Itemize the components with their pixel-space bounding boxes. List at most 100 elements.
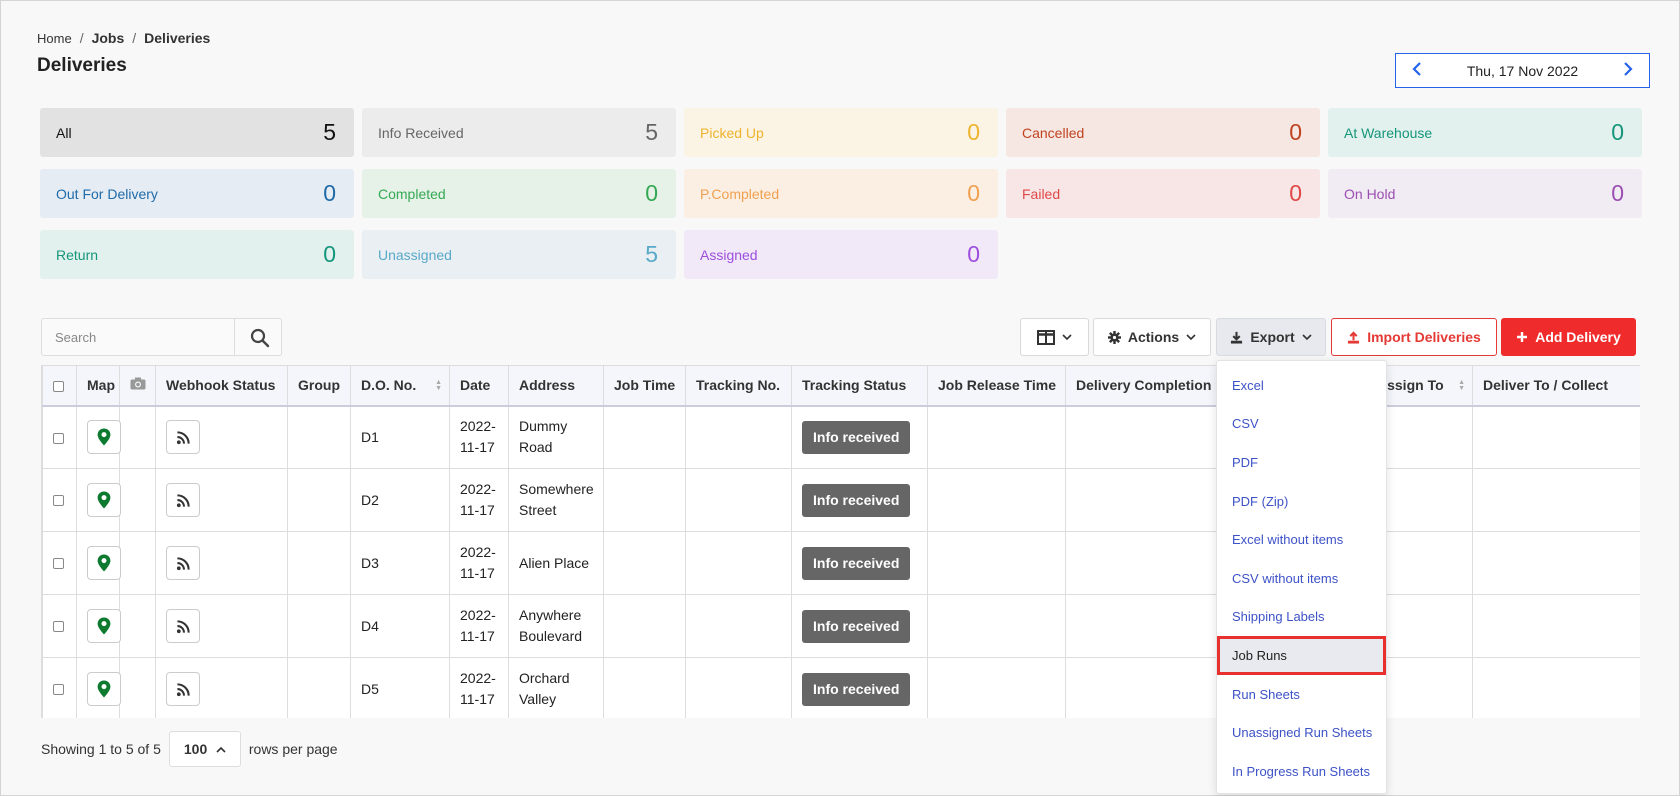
- row-checkbox[interactable]: [53, 432, 64, 444]
- export-option-shipping-labels[interactable]: Shipping Labels: [1217, 598, 1386, 637]
- search-input[interactable]: [55, 329, 235, 345]
- row-checkbox[interactable]: [53, 558, 64, 570]
- column-header[interactable]: Tracking No.: [685, 365, 792, 407]
- do-number-cell[interactable]: D4: [350, 594, 450, 658]
- column-header[interactable]: Job Release Time: [927, 365, 1066, 407]
- pagination-footer: Showing 1 to 5 of 5 100 rows per page: [41, 731, 338, 767]
- do-number-cell[interactable]: D2: [350, 468, 450, 532]
- breadcrumb-home[interactable]: Home: [37, 31, 72, 46]
- column-header[interactable]: Date: [449, 365, 509, 407]
- export-option-run-sheets[interactable]: Run Sheets: [1217, 675, 1386, 714]
- status-card-count: 5: [323, 119, 336, 145]
- map-pin-icon: [97, 554, 111, 572]
- status-card-label: Assigned: [700, 246, 758, 263]
- status-card-count: 0: [967, 241, 980, 267]
- column-header[interactable]: Job Time: [603, 365, 686, 407]
- column-header[interactable]: D.O. No. ▲ ▼: [350, 365, 450, 407]
- status-card-completed[interactable]: Completed 0: [362, 169, 676, 218]
- do-number-cell[interactable]: D1: [350, 405, 450, 469]
- export-label: Export: [1250, 329, 1295, 345]
- breadcrumb-separator: /: [132, 30, 137, 46]
- columns-icon: [1037, 329, 1055, 345]
- column-header[interactable]: Tracking Status: [791, 365, 928, 407]
- chevron-up-icon: [216, 746, 226, 753]
- address-cell: Anywhere Boulevard: [508, 594, 604, 658]
- export-option-csv[interactable]: CSV: [1217, 405, 1386, 444]
- webhook-status-button[interactable]: [166, 420, 200, 455]
- actions-button[interactable]: Actions: [1093, 318, 1211, 356]
- table-row[interactable]: D2 2022-11-17 Somewhere Street Info receive…: [42, 468, 1640, 532]
- current-date[interactable]: Thu, 17 Nov 2022: [1467, 63, 1578, 79]
- status-card-assigned[interactable]: Assigned 0: [684, 230, 998, 279]
- column-header[interactable]: Group: [287, 365, 351, 407]
- export-option-job-runs[interactable]: Job Runs: [1217, 636, 1386, 675]
- status-card-info-received[interactable]: Info Received 5: [362, 108, 676, 157]
- add-delivery-button[interactable]: Add Delivery: [1501, 318, 1636, 356]
- status-card-label: At Warehouse: [1344, 124, 1433, 141]
- export-option-unassigned-run-sheets[interactable]: Unassigned Run Sheets: [1217, 713, 1386, 752]
- rows-per-page-value: 100: [183, 741, 208, 757]
- row-checkbox[interactable]: [53, 621, 64, 633]
- status-card-label: On Hold: [1344, 185, 1396, 202]
- add-label: Add Delivery: [1535, 329, 1621, 345]
- map-button[interactable]: [87, 483, 121, 517]
- rows-per-page-select[interactable]: 100: [168, 731, 241, 767]
- export-option-pdf-zip[interactable]: PDF (Zip): [1217, 482, 1386, 521]
- chevron-down-icon: [1062, 333, 1072, 340]
- column-header[interactable]: Delivery Completion: [1065, 365, 1231, 407]
- row-checkbox[interactable]: [53, 684, 64, 696]
- rss-feed-icon: [176, 619, 190, 633]
- breadcrumb-jobs[interactable]: Jobs: [92, 30, 125, 46]
- sort-icon: ▲ ▼: [435, 379, 442, 392]
- rss-feed-icon: [176, 556, 190, 570]
- download-icon: [1231, 331, 1243, 344]
- tracking-status-badge: Info received: [802, 483, 911, 517]
- do-number-cell[interactable]: D5: [350, 657, 450, 718]
- table-row[interactable]: D4 2022-11-17 Anywhere Boulevard Info recei…: [42, 594, 1640, 658]
- column-header[interactable]: Map: [76, 365, 120, 407]
- row-checkbox[interactable]: [53, 495, 64, 507]
- search-box: [41, 318, 282, 356]
- status-card-return[interactable]: Return 0: [40, 230, 354, 279]
- webhook-status-button[interactable]: [166, 483, 200, 517]
- webhook-status-button[interactable]: [166, 609, 200, 643]
- column-header[interactable]: Webhook Status: [155, 365, 288, 407]
- prev-date-button[interactable]: [1408, 61, 1426, 80]
- map-button[interactable]: [87, 420, 121, 455]
- search-icon[interactable]: [250, 328, 270, 348]
- export-option-excel[interactable]: Excel: [1217, 366, 1386, 405]
- column-header[interactable]: Address: [508, 365, 604, 407]
- table-row[interactable]: D1 2022-11-17 Dummy Road Info received: [42, 405, 1640, 469]
- table-row[interactable]: D3 2022-11-17 Alien Place Info received: [42, 531, 1640, 595]
- do-number-cell[interactable]: D3: [350, 531, 450, 595]
- column-header[interactable]: Deliver To / Collect: [1472, 365, 1640, 407]
- showing-text: Showing 1 to 5 of 5: [41, 741, 161, 757]
- status-card-on-hold[interactable]: On Hold 0: [1328, 169, 1642, 218]
- status-card-label: Unassigned: [378, 246, 452, 263]
- export-option-pdf[interactable]: PDF: [1217, 443, 1386, 482]
- export-option-in-progress-run-sheets[interactable]: In Progress Run Sheets: [1217, 752, 1386, 791]
- webhook-status-button[interactable]: [166, 672, 200, 706]
- import-deliveries-button[interactable]: Import Deliveries: [1331, 318, 1497, 356]
- map-pin-icon: [97, 680, 111, 698]
- export-option-excel-without-items[interactable]: Excel without items: [1217, 520, 1386, 559]
- upload-icon: [1348, 330, 1360, 344]
- status-card-p-completed[interactable]: P.Completed 0: [684, 169, 998, 218]
- export-button[interactable]: Export: [1216, 318, 1326, 356]
- select-all-checkbox[interactable]: [53, 381, 64, 393]
- status-card-cancelled[interactable]: Cancelled 0: [1006, 108, 1320, 157]
- status-card-out-for-delivery[interactable]: Out For Delivery 0: [40, 169, 354, 218]
- webhook-status-button[interactable]: [166, 546, 200, 580]
- status-card-picked-up[interactable]: Picked Up 0: [684, 108, 998, 157]
- status-card-failed[interactable]: Failed 0: [1006, 169, 1320, 218]
- map-button[interactable]: [87, 672, 121, 706]
- status-card-unassigned[interactable]: Unassigned 5: [362, 230, 676, 279]
- column-toggle-button[interactable]: [1020, 318, 1089, 356]
- next-date-button[interactable]: [1619, 61, 1637, 80]
- table-row[interactable]: D5 2022-11-17 Orchard Valley Info received: [42, 657, 1640, 718]
- status-card-all[interactable]: All 5: [40, 108, 354, 157]
- map-button[interactable]: [87, 546, 121, 580]
- status-card-at-warehouse[interactable]: At Warehouse 0: [1328, 108, 1642, 157]
- map-button[interactable]: [87, 609, 121, 643]
- export-option-csv-without-items[interactable]: CSV without items: [1217, 559, 1386, 598]
